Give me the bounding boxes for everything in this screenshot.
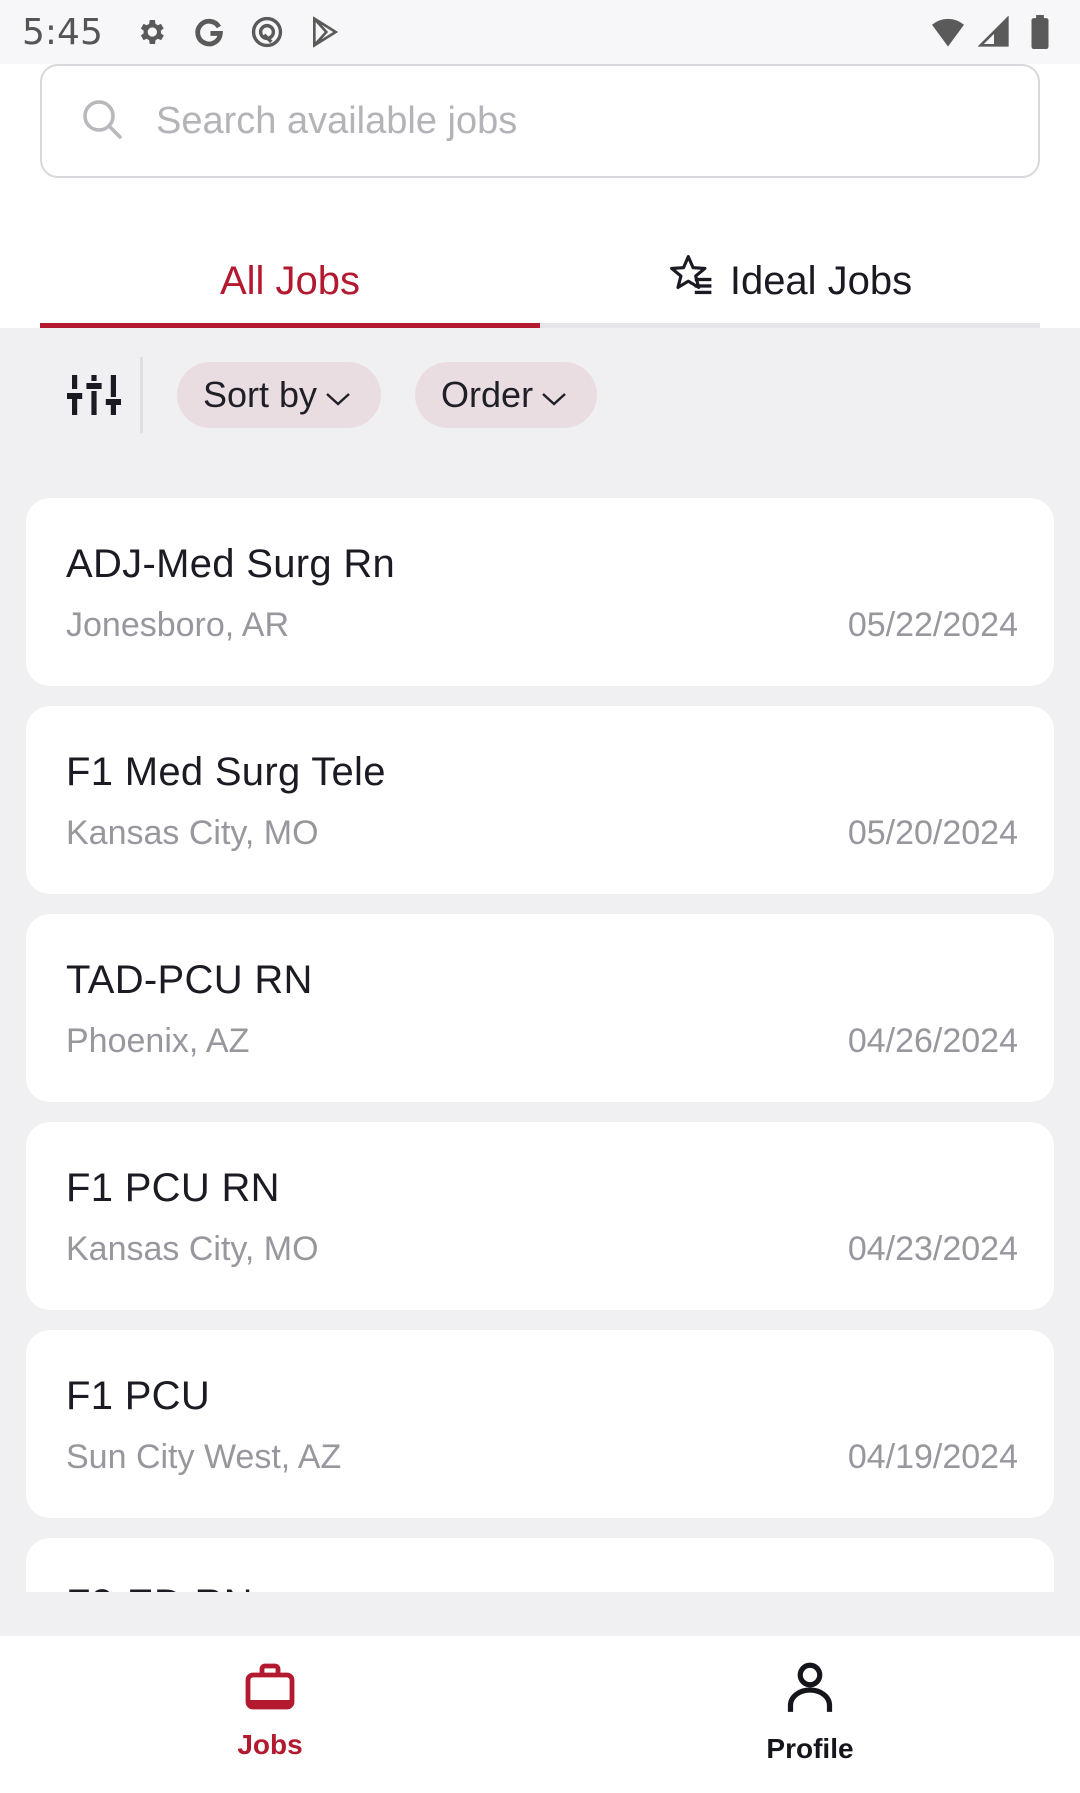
sort-by-label: Sort by — [203, 374, 318, 415]
job-card[interactable]: F1 PCU RN Kansas City, MO 04/23/2024 — [26, 1122, 1054, 1310]
job-location: Phoenix, AZ — [66, 1022, 250, 1060]
tab-all-jobs[interactable]: All Jobs — [40, 234, 540, 328]
top-area: All Jobs Ideal Jobs — [0, 64, 1080, 328]
search-input[interactable] — [156, 99, 976, 143]
job-location: Sun City West, AZ — [66, 1438, 342, 1476]
status-bar: 5:45 — [0, 0, 1080, 64]
filter-bar: Sort by Order — [0, 350, 1080, 440]
nav-profile[interactable]: Profile — [540, 1636, 1080, 1793]
tab-all-jobs-label: All Jobs — [219, 258, 361, 303]
job-title: F2-ED RN — [66, 1582, 253, 1592]
nav-profile-label: Profile — [766, 1733, 854, 1764]
bottom-nav: Jobs Profile — [0, 1636, 1080, 1793]
job-location: Kansas City, MO — [66, 1230, 319, 1268]
job-date: 04/26/2024 — [847, 1022, 1018, 1060]
sliders-icon[interactable] — [66, 370, 122, 420]
wifi-icon — [930, 14, 966, 50]
job-card[interactable]: F1 PCU Sun City West, AZ 04/19/2024 — [26, 1330, 1054, 1518]
job-card[interactable]: ADJ-Med Surg Rn Jonesboro, AR 05/22/2024 — [26, 498, 1054, 686]
job-location: Kansas City, MO — [66, 814, 319, 852]
star-list-icon — [668, 253, 716, 309]
google-icon — [191, 14, 227, 50]
job-location: Jonesboro, AR — [66, 606, 290, 644]
job-card[interactable]: F1 Med Surg Tele Kansas City, MO 05/20/2… — [26, 706, 1054, 894]
job-title: ADJ-Med Surg Rn — [66, 542, 396, 586]
job-title: F1 PCU — [66, 1374, 211, 1418]
order-label: Order — [441, 374, 534, 415]
tab-ideal-jobs-label: Ideal Jobs — [729, 258, 913, 303]
search-box[interactable] — [40, 64, 1040, 178]
status-time: 5:45 — [22, 11, 103, 53]
job-title: TAD-PCU RN — [66, 958, 313, 1002]
filter-divider — [140, 357, 143, 433]
sort-by-button[interactable]: Sort by — [177, 362, 382, 428]
job-date: 04/23/2024 — [847, 1230, 1018, 1268]
tab-ideal-jobs[interactable]: Ideal Jobs — [540, 234, 1040, 328]
job-date: 05/20/2024 — [847, 814, 1018, 852]
nav-jobs-label: Jobs — [237, 1729, 303, 1760]
cell-signal-icon — [976, 14, 1012, 50]
chevron-down-icon — [325, 374, 351, 416]
job-card[interactable]: TAD-PCU RN Phoenix, AZ 04/26/2024 — [26, 914, 1054, 1102]
briefcase-icon — [244, 1662, 296, 1715]
battery-icon — [1022, 14, 1058, 50]
job-title: F1 Med Surg Tele — [66, 750, 386, 794]
job-list[interactable]: ADJ-Med Surg Rn Jonesboro, AR 05/22/2024… — [26, 498, 1054, 1592]
job-tabs: All Jobs Ideal Jobs — [40, 234, 1040, 328]
status-icons-right — [930, 14, 1058, 50]
job-card[interactable]: F2-ED RN — [26, 1538, 1054, 1592]
job-date: 05/22/2024 — [847, 606, 1018, 644]
at-sign-icon — [249, 14, 285, 50]
settings-icon — [133, 14, 169, 50]
status-icons-left — [133, 14, 343, 50]
job-title: F1 PCU RN — [66, 1166, 280, 1210]
person-icon — [786, 1662, 834, 1719]
order-button[interactable]: Order — [415, 362, 598, 428]
chevron-down-icon — [541, 374, 567, 416]
job-date: 04/19/2024 — [847, 1438, 1018, 1476]
nav-jobs[interactable]: Jobs — [0, 1636, 540, 1793]
search-icon — [78, 95, 126, 148]
play-store-icon — [307, 14, 343, 50]
